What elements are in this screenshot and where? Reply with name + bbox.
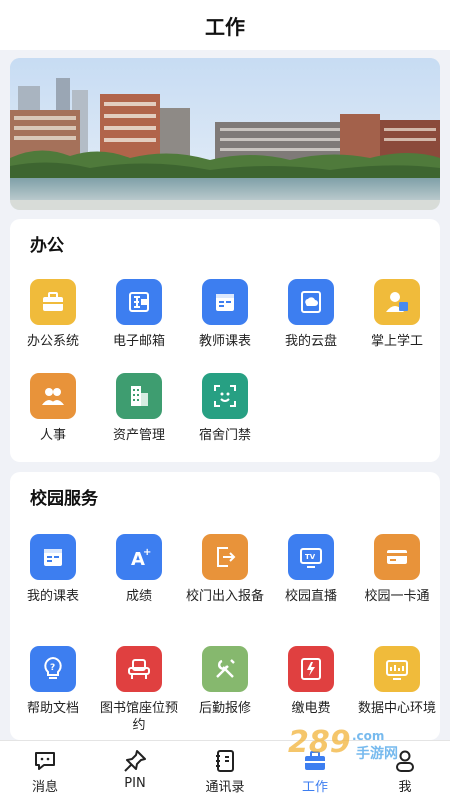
tile-label: 办公系统	[26, 334, 79, 349]
office-section-title: 办公	[30, 236, 64, 256]
face-scan-icon	[202, 373, 248, 419]
tile-label: 校园直播	[284, 589, 337, 604]
page-title: 工作	[205, 14, 245, 39]
bottom-tab-bar: 消息 PIN 通讯录 工作 我	[0, 740, 450, 800]
student-icon	[374, 279, 420, 325]
asset-management-tile[interactable]: 资产管理	[96, 373, 182, 467]
tab-label: 通讯录	[205, 780, 245, 795]
tile-label: 图书馆座位预约	[99, 701, 178, 733]
tab-label: 工作	[301, 780, 328, 795]
tab-label: PIN	[124, 776, 146, 791]
my-schedule-tile[interactable]: 我的课表	[10, 534, 96, 646]
contacts-icon	[216, 750, 234, 772]
email-tile[interactable]: 电子邮箱	[96, 279, 182, 373]
tab-messages[interactable]: 消息	[0, 741, 90, 800]
monitor-icon	[374, 646, 420, 692]
campus-live-tile[interactable]: TV 校园直播	[268, 534, 354, 646]
tile-label: 成绩	[125, 589, 152, 604]
pin-icon	[124, 750, 146, 772]
cloud-icon	[288, 279, 334, 325]
teacher-schedule-tile[interactable]: 教师课表	[182, 279, 268, 373]
office-section: 办公 办公系统 电子邮箱 教师课表 我的云盘 掌上学工 人事 资产管理 宿舍门禁	[10, 219, 440, 462]
svg-text:+: +	[143, 547, 151, 558]
grades-tile[interactable]: A + 成绩	[96, 534, 182, 646]
tile-label: 资产管理	[112, 428, 165, 443]
hr-tile[interactable]: 人事	[10, 373, 96, 467]
campus-banner-image[interactable]	[10, 58, 440, 210]
tile-label: 教师课表	[198, 334, 251, 349]
card-icon	[374, 534, 420, 580]
tile-label: 我的课表	[26, 589, 79, 604]
briefcase-icon	[30, 279, 76, 325]
message-icon	[35, 752, 55, 770]
office-system-tile[interactable]: 办公系统	[10, 279, 96, 373]
tab-me[interactable]: 我	[360, 741, 450, 800]
tile-label: 校园一卡通	[364, 589, 430, 604]
building-icon	[116, 373, 162, 419]
me-icon	[396, 750, 414, 772]
tv-icon: TV	[288, 534, 334, 580]
work-icon	[305, 751, 325, 770]
repair-icon	[202, 646, 248, 692]
library-seat-tile[interactable]: 图书馆座位预约	[96, 646, 182, 740]
campus-services-section: 校园服务 我的课表 A + 成绩 校门出入报备 TV 校园直播 校园一卡通 ? …	[10, 472, 440, 740]
campus-photo	[10, 58, 440, 210]
campus-section-title: 校园服务	[30, 489, 98, 509]
tile-label: 电子邮箱	[112, 334, 165, 349]
campus-card-tile[interactable]: 校园一卡通	[354, 534, 440, 646]
tab-label: 我	[398, 780, 412, 795]
tile-label: 帮助文档	[26, 701, 79, 716]
calendar-icon	[202, 279, 248, 325]
student-work-tile[interactable]: 掌上学工	[354, 279, 440, 373]
tab-pin[interactable]: PIN	[90, 741, 180, 800]
dorm-access-tile[interactable]: 宿舍门禁	[182, 373, 268, 467]
gate-report-tile[interactable]: 校门出入报备	[182, 534, 268, 646]
cloud-drive-tile[interactable]: 我的云盘	[268, 279, 354, 373]
tile-label: 校门出入报备	[185, 589, 264, 604]
data-center-tile[interactable]: 数据中心环境	[354, 646, 440, 740]
svg-text:TV: TV	[305, 553, 316, 561]
help-docs-tile[interactable]: ? 帮助文档	[10, 646, 96, 740]
top-header: 工作	[0, 0, 450, 50]
seat-icon	[116, 646, 162, 692]
electric-bill-icon	[288, 646, 334, 692]
calendar-icon	[30, 534, 76, 580]
tile-label: 人事	[39, 428, 66, 443]
people-icon	[30, 373, 76, 419]
svg-text:?: ?	[50, 663, 55, 673]
door-exit-icon	[202, 534, 248, 580]
tile-label: 宿舍门禁	[198, 428, 251, 443]
tile-label: 缴电费	[291, 701, 331, 716]
grade-icon: A +	[116, 534, 162, 580]
tile-label: 掌上学工	[370, 334, 423, 349]
help-bulb-icon: ?	[30, 646, 76, 692]
tile-label: 我的云盘	[284, 334, 337, 349]
tab-work[interactable]: 工作	[270, 741, 360, 800]
email-icon	[116, 279, 162, 325]
tile-label: 数据中心环境	[357, 701, 436, 716]
tile-label: 后勤报修	[198, 701, 251, 716]
logistics-repair-tile[interactable]: 后勤报修	[182, 646, 268, 740]
electric-bill-tile[interactable]: 缴电费	[268, 646, 354, 740]
tab-label: 消息	[31, 780, 58, 795]
tab-contacts[interactable]: 通讯录	[180, 741, 270, 800]
